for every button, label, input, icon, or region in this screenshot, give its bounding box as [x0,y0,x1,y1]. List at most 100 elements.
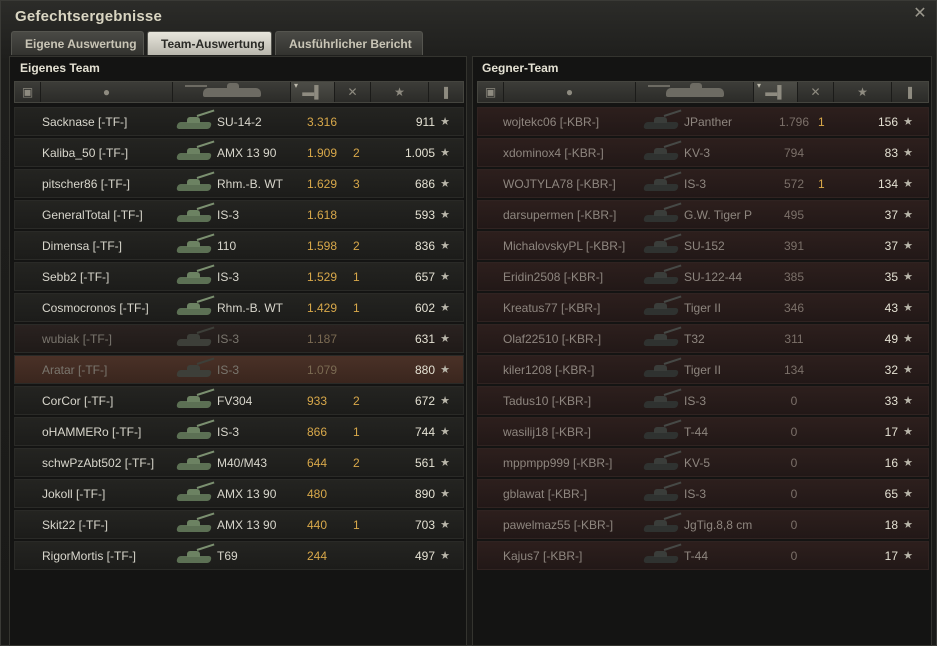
star-icon: ★ [440,240,450,252]
star-icon: ★ [440,333,450,345]
squad-icon: ▣ [21,85,34,99]
player-row[interactable]: wojtekc06 [-KBR-] JPanther 1.796 1 156 ★ [477,107,929,136]
kills-column-header[interactable]: ✕ [335,82,371,102]
star-icon: ★ [440,395,450,407]
damage-value: 391 [783,238,805,253]
player-name: Dimensa [-TF-] [42,238,123,253]
player-row[interactable]: wasilij18 [-KBR-] T-44 0 17 ★ [477,417,929,446]
star-icon: ★ [903,147,913,159]
enemy-team-header: ▣ ● ▾ ▬▌ ✕ ★ ❚ [477,81,929,103]
tank-icon [640,480,684,507]
player-name: RigorMortis [-TF-] [42,548,136,563]
tank-name: KV-5 [684,455,711,470]
medal-column-header[interactable]: ❚ [892,82,928,102]
kills-value: 1 [818,176,825,191]
player-row[interactable]: GeneralTotal [-TF-] IS-3 1.618 593 ★ [14,200,464,229]
vehicle-column-header[interactable] [636,82,754,102]
player-row[interactable]: Skit22 [-TF-] AMX 13 90 440 1 703 ★ [14,510,464,539]
medal-icon: ❚ [440,85,452,99]
star-icon: ★ [440,426,450,438]
player-row[interactable]: Kaliba_50 [-TF-] AMX 13 90 1.909 2 1.005 ★ [14,138,464,167]
squad-column-header[interactable]: ▣ [478,82,504,102]
tank-icon [173,170,217,197]
player-row[interactable]: Dimensa [-TF-] 110 1.598 2 836 ★ [14,231,464,260]
tank-icon [640,325,684,352]
damage-column-header[interactable]: ▾ ▬▌ [754,81,798,102]
enemy-team-panel: Gegner-Team ▣ ● ▾ ▬▌ ✕ ★ ❚ wojtekc06 [-KB… [472,56,932,646]
player-row[interactable]: Cosmocronos [-TF-] Rhm.-B. WT 1.429 1 602 ★ [14,293,464,322]
tab-team-auswertung[interactable]: Team-Auswertung [147,31,272,55]
star-icon: ★ [857,85,868,99]
vehicle-column-header[interactable] [173,82,291,102]
star-icon: ★ [440,457,450,469]
own-team-list: Sacknase [-TF-] SU-14-2 3.316 911 ★ Kaliba_50… [14,107,464,572]
star-icon: ★ [903,240,913,252]
tank-name: AMX 13 90 [217,145,277,160]
player-row[interactable]: RigorMortis [-TF-] T69 244 497 ★ [14,541,464,570]
damage-column-header[interactable]: ▾ ▬▌ [291,81,335,102]
damage-value: 1.618 [307,207,338,222]
tab-eigene-auswertung[interactable]: Eigene Auswertung [11,31,144,55]
player-row[interactable]: wubiak [-TF-] IS-3 1.187 631 ★ [14,324,464,353]
medal-column-header[interactable]: ❚ [429,82,463,102]
squad-column-header[interactable]: ▣ [15,82,41,102]
player-row[interactable]: Jokoll [-TF-] AMX 13 90 480 890 ★ [14,479,464,508]
xp-value: 744 [414,424,435,439]
close-icon[interactable]: ✕ [912,6,928,22]
damage-value: 0 [790,486,798,501]
star-icon: ★ [903,550,913,562]
tank-silhouette-icon [647,82,724,97]
tank-icon [173,542,217,569]
player-column-header[interactable]: ● [41,82,173,102]
player-row[interactable]: Sebb2 [-TF-] IS-3 1.529 1 657 ★ [14,262,464,291]
player-row[interactable]: MichalovskyPL [-KBR-] SU-152 391 37 ★ [477,231,929,260]
star-icon: ★ [903,271,913,283]
tank-icon [173,480,217,507]
player-row[interactable]: oHAMMERo [-TF-] IS-3 866 1 744 ★ [14,417,464,446]
player-name: Skit22 [-TF-] [42,517,109,532]
star-icon: ★ [903,426,913,438]
player-row[interactable]: darsupermen [-KBR-] G.W. Tiger P 495 37 ★ [477,200,929,229]
star-icon: ★ [903,488,913,500]
player-name: wojtekc06 [-KBR-] [503,114,600,129]
tank-name: T69 [217,548,238,563]
tank-icon [173,108,217,135]
player-row[interactable]: gblawat [-KBR-] IS-3 0 65 ★ [477,479,929,508]
player-row[interactable]: kiler1208 [-KBR-] Tiger II 134 32 ★ [477,355,929,384]
player-row[interactable]: WOJTYLA78 [-KBR-] IS-3 572 1 134 ★ [477,169,929,198]
tank-name: G.W. Tiger P [684,207,753,222]
tank-icon [173,201,217,228]
player-row[interactable]: pitscher86 [-TF-] Rhm.-B. WT 1.629 3 686 ★ [14,169,464,198]
kills-column-header[interactable]: ✕ [798,82,834,102]
player-name: wubiak [-TF-] [42,331,113,346]
tank-icon [173,356,217,383]
xp-column-header[interactable]: ★ [834,82,892,102]
xp-column-header[interactable]: ★ [371,82,429,102]
player-row[interactable]: Eridin2508 [-KBR-] SU-122-44 385 35 ★ [477,262,929,291]
tank-icon [640,170,684,197]
player-row[interactable]: pawelmaz55 [-KBR-] JgTig.8,8 cm 0 18 ★ [477,510,929,539]
player-row[interactable]: mppmpp999 [-KBR-] KV-5 0 16 ★ [477,448,929,477]
player-name: oHAMMERo [-TF-] [42,424,142,439]
kills-value: 1 [353,300,360,315]
kills-value: 2 [353,238,360,253]
xp-value: 911 [415,114,435,129]
player-row[interactable]: Sacknase [-TF-] SU-14-2 3.316 911 ★ [14,107,464,136]
player-row[interactable]: xdominox4 [-KBR-] KV-3 794 83 ★ [477,138,929,167]
own-team-header: ▣ ● ▾ ▬▌ ✕ ★ ❚ [14,81,464,103]
tank-name: AMX 13 90 [217,486,277,501]
tab-bar: Eigene Auswertung Team-Auswertung Ausfüh… [11,31,423,55]
tab-ausfuehrlicher-bericht[interactable]: Ausführlicher Bericht [275,31,423,55]
player-row[interactable]: CorCor [-TF-] FV304 933 2 672 ★ [14,386,464,415]
damage-value: 0 [790,424,798,439]
player-row[interactable]: Aratar [-TF-] IS-3 1.079 880 ★ [14,355,464,384]
player-row[interactable]: schwPzAbt502 [-TF-] M40/M43 644 2 561 ★ [14,448,464,477]
player-row[interactable]: Tadus10 [-KBR-] IS-3 0 33 ★ [477,386,929,415]
player-name: GeneralTotal [-TF-] [42,207,143,222]
star-icon: ★ [440,488,450,500]
player-row[interactable]: Olaf22510 [-KBR-] T32 311 49 ★ [477,324,929,353]
xp-value: 703 [414,517,435,532]
player-row[interactable]: Kajus7 [-KBR-] T-44 0 17 ★ [477,541,929,570]
player-row[interactable]: Kreatus77 [-KBR-] Tiger II 346 43 ★ [477,293,929,322]
player-column-header[interactable]: ● [504,82,636,102]
